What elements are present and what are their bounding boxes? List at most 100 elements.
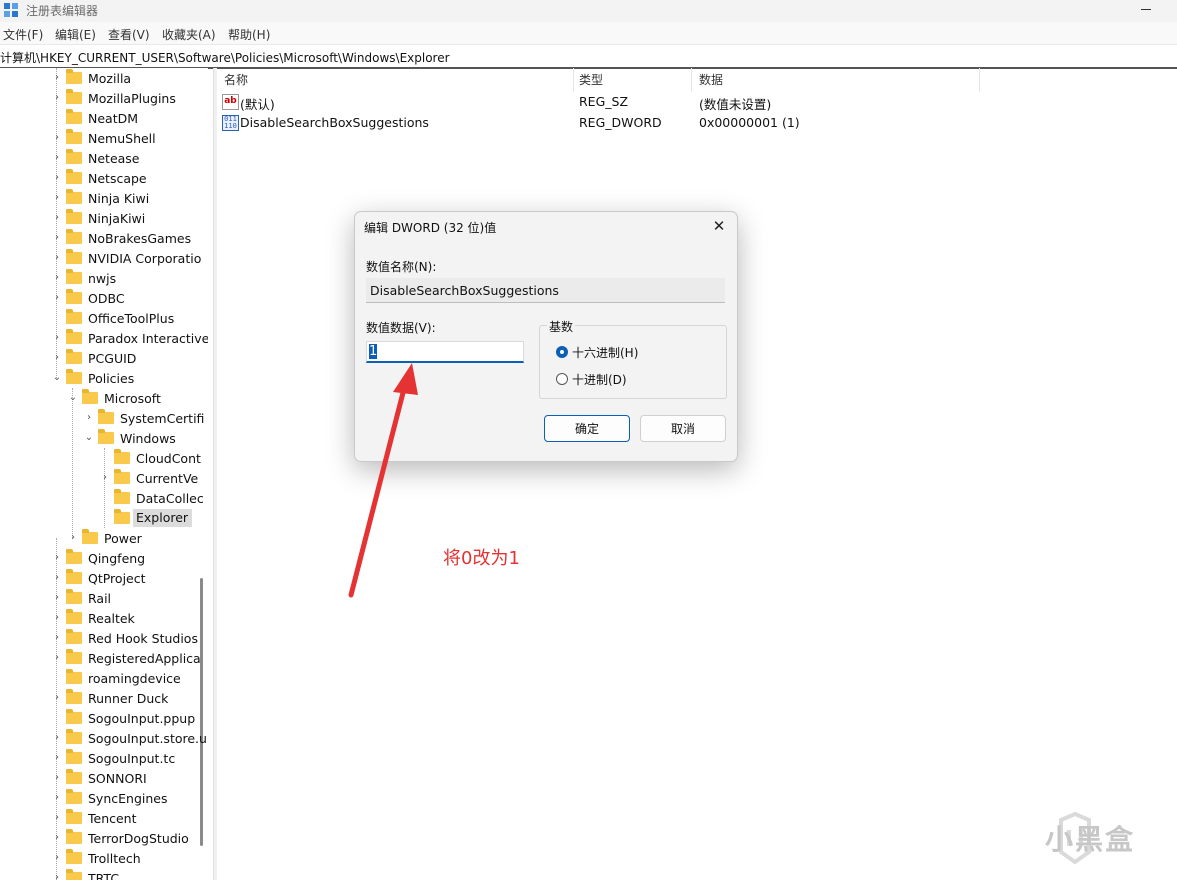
tree-item[interactable]: OfficeToolPlus: [52, 308, 174, 328]
tree-item[interactable]: › nwjs: [52, 268, 116, 288]
chevron-right-icon[interactable]: ›: [52, 593, 62, 603]
decimal-radio[interactable]: [556, 373, 568, 385]
tree-item[interactable]: › Paradox Interactive: [52, 328, 208, 348]
chevron-right-icon[interactable]: ›: [52, 273, 62, 283]
ok-button[interactable]: 确定: [544, 415, 630, 442]
tree-item[interactable]: › NVIDIA Corporatio: [52, 248, 201, 268]
tree-item[interactable]: › NoBrakesGames: [52, 228, 191, 248]
chevron-right-icon[interactable]: ›: [52, 193, 62, 203]
chevron-right-icon[interactable]: ›: [52, 573, 62, 583]
tree-item[interactable]: › RegisteredApplica: [52, 648, 201, 668]
chevron-right-icon[interactable]: ›: [52, 73, 62, 83]
tree-item[interactable]: › Netease: [52, 148, 140, 168]
value-data-input[interactable]: [366, 341, 524, 363]
tree-item[interactable]: ⌄ Microsoft: [68, 388, 161, 408]
tree-item[interactable]: NeatDM: [52, 108, 138, 128]
chevron-right-icon[interactable]: ›: [52, 853, 62, 863]
tree-item[interactable]: › Red Hook Studios: [52, 628, 198, 648]
tree-item[interactable]: › ODBC: [52, 288, 125, 308]
tree-item[interactable]: › Realtek: [52, 608, 135, 628]
minimize-button[interactable]: [1132, 2, 1162, 18]
tree-item[interactable]: › SogouInput.tc: [52, 748, 175, 768]
tree-item[interactable]: › Power: [68, 528, 142, 548]
tree-item[interactable]: › TerrorDogStudio: [52, 828, 189, 848]
decimal-label[interactable]: 十进制(D): [572, 371, 627, 388]
chevron-down-icon[interactable]: ⌄: [84, 433, 94, 443]
chevron-right-icon[interactable]: ›: [52, 733, 62, 743]
tree-item[interactable]: SogouInput.ppup: [52, 708, 195, 728]
chevron-right-icon[interactable]: ›: [52, 753, 62, 763]
tree-item[interactable]: DataCollec: [100, 488, 204, 508]
cancel-button[interactable]: 取消: [640, 415, 726, 442]
tree-item[interactable]: › NinjaKiwi: [52, 208, 145, 228]
tree-item[interactable]: ⌄ Windows: [84, 428, 176, 448]
menu-help[interactable]: 帮助(H): [228, 26, 270, 43]
chevron-right-icon[interactable]: ›: [84, 413, 94, 423]
menu-favorites[interactable]: 收藏夹(A): [162, 26, 216, 43]
chevron-right-icon[interactable]: ›: [52, 813, 62, 823]
chevron-right-icon[interactable]: ›: [52, 873, 62, 880]
chevron-right-icon[interactable]: ›: [52, 293, 62, 303]
chevron-right-icon[interactable]: ›: [52, 333, 62, 343]
hex-radio[interactable]: [556, 346, 568, 358]
tree-item[interactable]: › Qingfeng: [52, 548, 145, 568]
chevron-down-icon[interactable]: ⌄: [68, 393, 78, 403]
chevron-right-icon[interactable]: ›: [52, 153, 62, 163]
tree-item[interactable]: › SogouInput.store.u: [52, 728, 207, 748]
chevron-right-icon[interactable]: ›: [52, 793, 62, 803]
column-data[interactable]: 数据: [699, 68, 723, 92]
tree-item[interactable]: › PCGUID: [52, 348, 136, 368]
chevron-right-icon[interactable]: ›: [52, 773, 62, 783]
key-tree[interactable]: › Mozilla › MozillaPlugins NeatDM › NemuShell ›…: [0, 68, 208, 880]
column-name[interactable]: 名称: [224, 68, 248, 92]
tree-item[interactable]: CloudCont: [100, 448, 201, 468]
chevron-right-icon[interactable]: ›: [52, 833, 62, 843]
tree-item[interactable]: › TRTC: [52, 868, 119, 880]
chevron-right-icon[interactable]: ›: [52, 653, 62, 663]
value-row-disable-search[interactable]: 011 110 DisableSearchBoxSuggestions REG_D…: [217, 113, 997, 134]
address-path[interactable]: 计算机\HKEY_CURRENT_USER\Software\Policies\…: [0, 49, 450, 66]
chevron-right-icon[interactable]: ›: [52, 213, 62, 223]
column-type[interactable]: 类型: [579, 68, 603, 92]
hex-label[interactable]: 十六进制(H): [572, 344, 638, 361]
column-separator[interactable]: [979, 68, 980, 92]
chevron-right-icon[interactable]: ›: [68, 533, 78, 543]
tree-item[interactable]: › NemuShell: [52, 128, 156, 148]
chevron-down-icon[interactable]: ⌄: [52, 373, 62, 383]
address-bar[interactable]: 计算机\HKEY_CURRENT_USER\Software\Policies\…: [0, 44, 1177, 69]
chevron-right-icon[interactable]: ›: [52, 253, 62, 263]
menu-edit[interactable]: 编辑(E): [55, 26, 96, 43]
chevron-right-icon[interactable]: ›: [52, 173, 62, 183]
chevron-right-icon[interactable]: ›: [52, 133, 62, 143]
tree-scrollbar[interactable]: [200, 578, 203, 846]
tree-item[interactable]: › SyncEngines: [52, 788, 167, 808]
tree-item[interactable]: › SONNORI: [52, 768, 147, 788]
tree-item[interactable]: › Trolltech: [52, 848, 141, 868]
chevron-right-icon[interactable]: ›: [52, 93, 62, 103]
column-separator[interactable]: [691, 68, 692, 92]
tree-item[interactable]: › SystemCertifi: [84, 408, 204, 428]
tree-item[interactable]: › CurrentVe: [100, 468, 198, 488]
tree-item[interactable]: roamingdevice: [52, 668, 181, 688]
tree-item[interactable]: › Tencent: [52, 808, 137, 828]
chevron-right-icon[interactable]: ›: [52, 553, 62, 563]
chevron-right-icon[interactable]: ›: [52, 233, 62, 243]
chevron-right-icon[interactable]: ›: [52, 633, 62, 643]
chevron-right-icon[interactable]: ›: [52, 613, 62, 623]
menu-view[interactable]: 查看(V): [108, 26, 150, 43]
tree-item[interactable]: › MozillaPlugins: [52, 88, 176, 108]
tree-item[interactable]: ⌄ Policies: [52, 368, 134, 388]
tree-item[interactable]: › QtProject: [52, 568, 146, 588]
column-separator[interactable]: [573, 68, 574, 92]
chevron-right-icon[interactable]: ›: [52, 693, 62, 703]
menu-file[interactable]: 文件(F): [3, 26, 43, 43]
tree-item[interactable]: › Runner Duck: [52, 688, 168, 708]
close-icon[interactable]: ✕: [707, 216, 731, 236]
chevron-right-icon[interactable]: ›: [100, 473, 110, 483]
tree-item[interactable]: › Netscape: [52, 168, 147, 188]
tree-item[interactable]: Explorer: [100, 508, 193, 528]
tree-item[interactable]: › Rail: [52, 588, 111, 608]
tree-item[interactable]: › Mozilla: [52, 68, 131, 88]
chevron-right-icon[interactable]: ›: [52, 353, 62, 363]
tree-item[interactable]: › Ninja Kiwi: [52, 188, 149, 208]
